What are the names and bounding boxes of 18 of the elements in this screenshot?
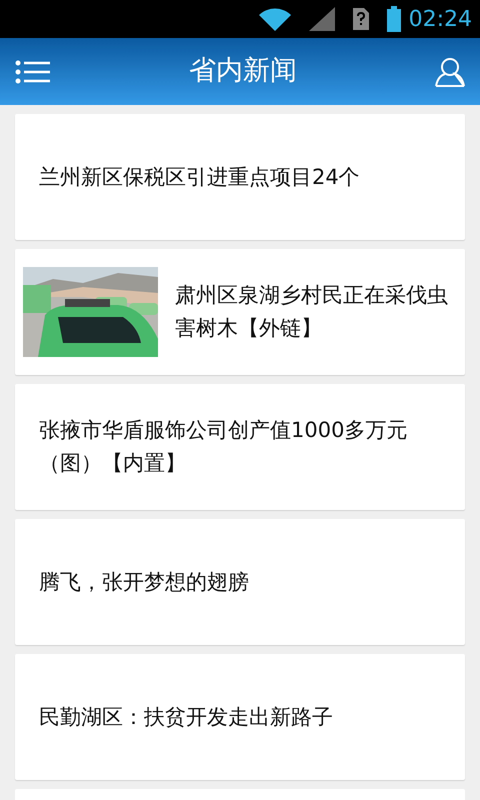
sim-icon [352, 8, 369, 30]
news-title: 民勤湖区：扶贫开发走出新路子 [39, 704, 333, 730]
menu-icon[interactable] [15, 60, 51, 84]
news-card[interactable]: 民勤湖区：扶贫开发走出新路子 [15, 654, 465, 780]
wifi-icon [258, 7, 291, 31]
news-card[interactable]: 腾飞，张开梦想的翅膀 [15, 519, 465, 645]
news-title: 腾飞，张开梦想的翅膀 [39, 568, 249, 596]
signal-icon [308, 7, 335, 31]
news-card[interactable]: 兰州新区保税区引进重点项目24个 [15, 114, 465, 240]
news-title: 肃州区泉湖乡村民正在采伐虫害树木【外链】 [175, 282, 449, 342]
news-title: 张掖市华盾服饰公司创产值1000多万元（图）【内置】 [39, 417, 408, 477]
clock-time: 02:24 [408, 6, 472, 34]
news-card[interactable]: 张掖市华盾服饰公司创产值1000多万元（图）【内置】 [15, 384, 465, 510]
page-title: 省内新闻 [189, 54, 297, 88]
user-icon[interactable] [435, 56, 465, 86]
news-card[interactable]: 肃州区泉湖乡村民正在采伐虫害树木【外链】 [15, 249, 465, 375]
news-title: 兰州新区保税区引进重点项目24个 [39, 164, 360, 190]
battery-icon [386, 6, 401, 32]
